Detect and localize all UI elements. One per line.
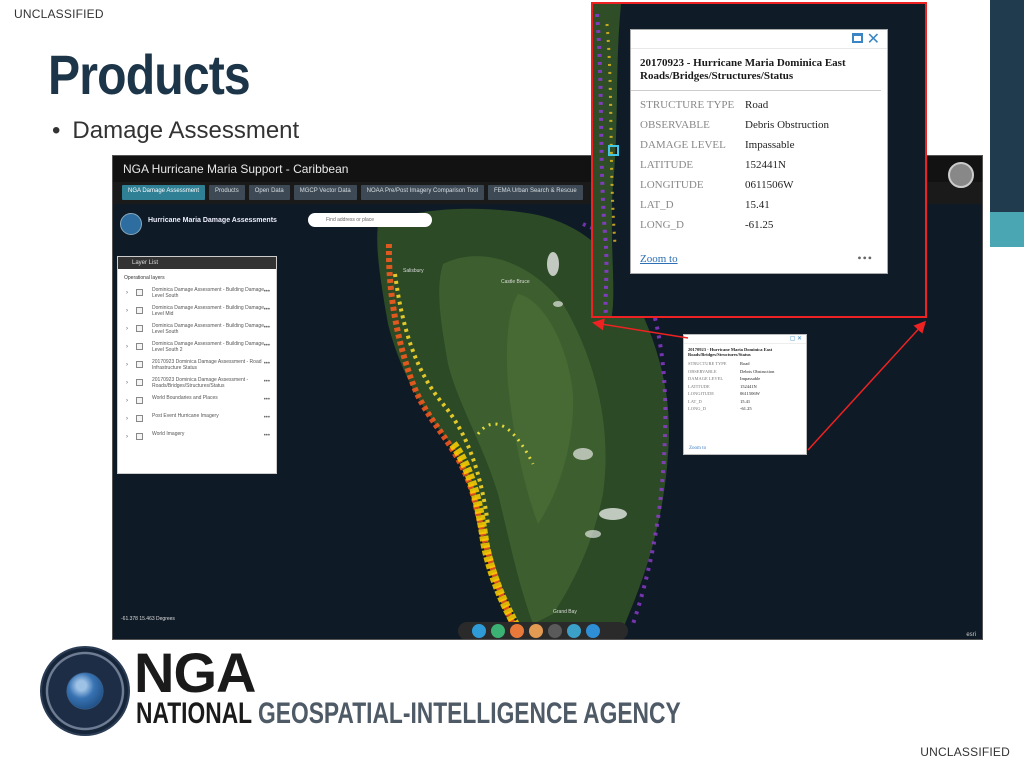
layer-item[interactable]: › Dominica Damage Assessment - Building D… bbox=[118, 285, 276, 303]
layer-checkbox[interactable] bbox=[136, 397, 143, 404]
chevron-right-icon[interactable]: › bbox=[126, 344, 128, 350]
coordinate-readout: -61.378 15.463 Degrees bbox=[121, 616, 175, 622]
layer-checkbox[interactable] bbox=[136, 379, 143, 386]
app-title: NGA Hurricane Maria Support - Caribbean bbox=[123, 162, 349, 176]
basemap-tool-icon[interactable] bbox=[510, 624, 524, 638]
popup-title: 20170923 - Hurricane Maria Dominica East… bbox=[631, 49, 881, 91]
layer-checkbox[interactable] bbox=[136, 289, 143, 296]
layer-checkbox[interactable] bbox=[136, 433, 143, 440]
layer-checkbox[interactable] bbox=[136, 361, 143, 368]
share-tool-icon[interactable] bbox=[586, 624, 600, 638]
chevron-right-icon[interactable]: › bbox=[126, 434, 128, 440]
chevron-right-icon[interactable]: › bbox=[126, 290, 128, 296]
layer-list-section: Operational layers bbox=[124, 275, 165, 281]
layer-item[interactable]: › World Boundaries and Places ••• bbox=[118, 393, 276, 411]
tab-mgcp-vector-data[interactable]: MGCP Vector Data bbox=[293, 185, 357, 200]
small-popup-zoom-link[interactable]: Zoom to bbox=[689, 446, 706, 451]
map-place-label: Castle Bruce bbox=[501, 279, 530, 285]
draw-tool-icon[interactable] bbox=[548, 624, 562, 638]
layer-item[interactable]: › World Imagery ••• bbox=[118, 429, 276, 447]
chevron-right-icon[interactable]: › bbox=[126, 380, 128, 386]
layer-item[interactable]: › Dominica Damage Assessment - Building D… bbox=[118, 321, 276, 339]
small-popup-title: 20170923 - Hurricane Maria Dominica East… bbox=[688, 347, 773, 357]
measure-tool-icon[interactable] bbox=[567, 624, 581, 638]
classification-bottom: UNCLASSIFIED bbox=[920, 745, 1010, 759]
layer-item[interactable]: › 20170923 Dominica Damage Assessment - R… bbox=[118, 375, 276, 393]
slide-bullet: • Damage Assessment bbox=[52, 117, 299, 145]
layer-checkbox[interactable] bbox=[136, 343, 143, 350]
layer-checkbox[interactable] bbox=[136, 325, 143, 332]
layer-list-header: Layer List bbox=[118, 257, 276, 269]
popup-footer: Zoom to ••• bbox=[631, 251, 887, 273]
popup-field-row: LAT_D 15.41 bbox=[640, 199, 770, 211]
chevron-right-icon[interactable]: › bbox=[126, 308, 128, 314]
popup-field-row: STRUCTURE TYPE Road bbox=[640, 99, 769, 111]
popup-field-row: LATITUDE 152441N bbox=[640, 159, 786, 171]
map-toolbar bbox=[458, 622, 628, 639]
search-input[interactable]: Find address or place bbox=[308, 213, 432, 227]
zoom-inset: ✕ 20170923 - Hurricane Maria Dominica Ea… bbox=[591, 2, 927, 318]
popup-field-row: LONGITUDE 0611506W bbox=[640, 179, 794, 191]
tab-open-data[interactable]: Open Data bbox=[248, 185, 290, 200]
tab-fema-usar[interactable]: FEMA Urban Search & Rescue bbox=[487, 185, 583, 200]
chevron-right-icon[interactable]: › bbox=[126, 416, 128, 422]
tab-damage-assessment[interactable]: NGA Damage Assessment bbox=[122, 185, 206, 200]
nga-full-name: NATIONAL GEOSPATIAL-INTELLIGENCE AGENCY bbox=[136, 697, 681, 730]
accent-bar-teal bbox=[990, 212, 1024, 247]
globe-icon bbox=[67, 673, 103, 709]
map-title: Hurricane Maria Damage Assessments bbox=[148, 217, 277, 224]
chevron-right-icon[interactable]: › bbox=[126, 326, 128, 332]
maximize-icon[interactable] bbox=[852, 33, 863, 43]
map-place-label: Salisbury bbox=[403, 268, 424, 274]
more-options-icon[interactable]: ••• bbox=[264, 397, 270, 403]
accent-bar-dark bbox=[990, 0, 1024, 212]
tab-products[interactable]: Products bbox=[209, 185, 245, 200]
map-popup-small[interactable]: ▢ ✕ 20170923 - Hurricane Maria Dominica … bbox=[683, 334, 807, 455]
feature-popup[interactable]: ✕ 20170923 - Hurricane Maria Dominica Ea… bbox=[630, 29, 888, 274]
layer-item[interactable]: › 20170923 Dominica Damage Assessment - R… bbox=[118, 357, 276, 375]
chevron-right-icon[interactable]: › bbox=[126, 362, 128, 368]
grid-tool-icon[interactable] bbox=[529, 624, 543, 638]
more-options-icon[interactable]: ••• bbox=[264, 415, 270, 421]
layer-item[interactable]: › Post Event Hurricane Imagery ••• bbox=[118, 411, 276, 429]
chevron-right-icon[interactable]: › bbox=[126, 398, 128, 404]
more-options-icon[interactable]: ••• bbox=[264, 343, 270, 349]
bullet-dot-icon: • bbox=[52, 117, 61, 144]
layer-item[interactable]: › Dominica Damage Assessment - Building D… bbox=[118, 339, 276, 357]
more-options-icon[interactable]: ••• bbox=[264, 361, 270, 367]
slide-title: Products bbox=[48, 43, 251, 106]
esri-attribution: esri bbox=[966, 632, 976, 638]
popup-field-row: LONG_D -61.25 bbox=[640, 219, 774, 231]
legend-tool-icon[interactable] bbox=[491, 624, 505, 638]
close-icon[interactable]: ✕ bbox=[867, 29, 880, 49]
nga-acronym: NGA bbox=[134, 641, 256, 704]
layers-tool-icon[interactable] bbox=[472, 624, 486, 638]
globe-icon[interactable] bbox=[948, 162, 974, 188]
popup-field-row: DAMAGE LEVEL Impassable bbox=[640, 139, 795, 151]
more-options-icon[interactable]: ••• bbox=[264, 307, 270, 313]
classification-top: UNCLASSIFIED bbox=[14, 7, 104, 21]
more-options-icon[interactable]: ••• bbox=[264, 433, 270, 439]
tab-noaa-comparison[interactable]: NOAA Pre/Post Imagery Comparison Tool bbox=[360, 185, 484, 200]
popup-fields: STRUCTURE TYPE Road OBSERVABLE Debris Obst… bbox=[631, 91, 887, 239]
layer-checkbox[interactable] bbox=[136, 307, 143, 314]
map-place-label: Grand Bay bbox=[553, 609, 577, 615]
layer-list-panel: Layer List Operational layers › Dominica … bbox=[117, 256, 277, 474]
layer-item[interactable]: › Dominica Damage Assessment - Building D… bbox=[118, 303, 276, 321]
close-icon[interactable]: ▢ ✕ bbox=[790, 335, 802, 342]
more-options-icon[interactable]: ••• bbox=[857, 251, 873, 266]
nga-seal-logo bbox=[40, 646, 130, 736]
popup-field-row: OBSERVABLE Debris Obstruction bbox=[640, 119, 830, 131]
zoom-to-link[interactable]: Zoom to bbox=[640, 253, 678, 265]
more-options-icon[interactable]: ••• bbox=[264, 289, 270, 295]
more-options-icon[interactable]: ••• bbox=[264, 325, 270, 331]
bullet-text: Damage Assessment bbox=[72, 117, 300, 144]
layer-checkbox[interactable] bbox=[136, 415, 143, 422]
more-options-icon[interactable]: ••• bbox=[264, 379, 270, 385]
map-title-bar: Hurricane Maria Damage Assessments bbox=[118, 211, 308, 235]
app-logo-icon bbox=[120, 213, 142, 235]
